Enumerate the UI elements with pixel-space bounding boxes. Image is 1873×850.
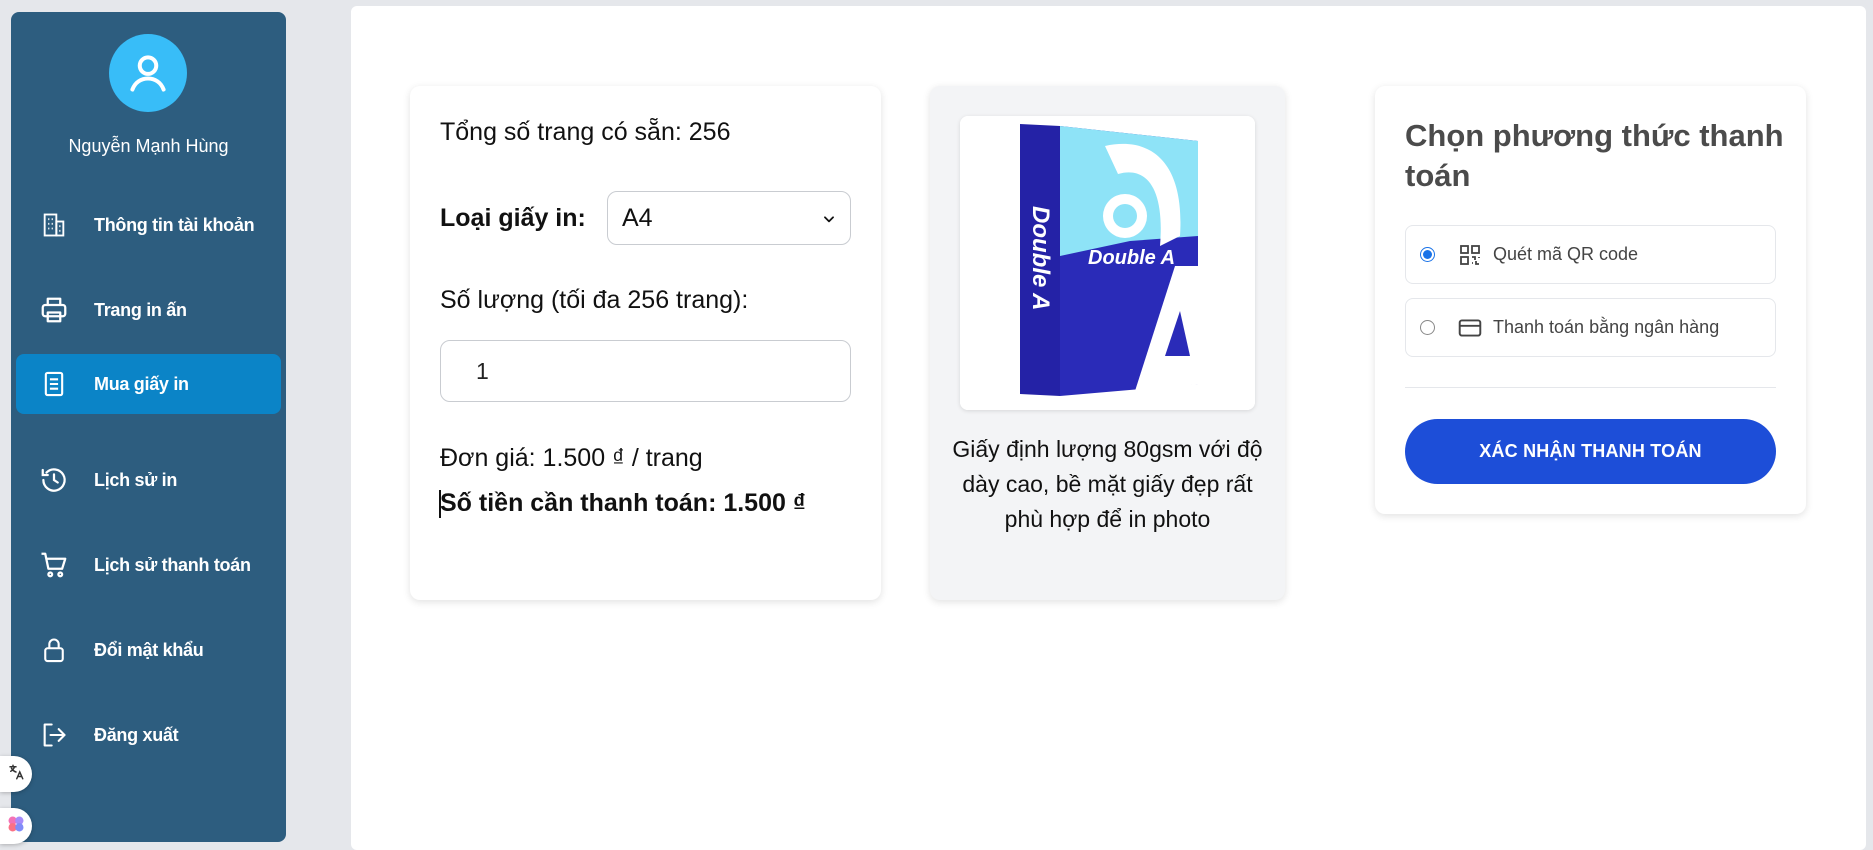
building-icon: [36, 207, 72, 243]
user-name: Nguyễn Mạnh Hùng: [68, 136, 229, 156]
payment-option-label: Quét mã QR code: [1493, 244, 1639, 264]
sidebar-item-logout[interactable]: Đăng xuất: [16, 705, 281, 765]
total-payment-text: Số tiền cần thanh toán: 1.500 ₫: [440, 489, 806, 517]
unit-price-text: Đơn giá: 1.500 ₫ / trang: [440, 444, 703, 472]
payment-title: Chọn phương thức thanh toán: [1405, 118, 1784, 193]
product-card: Double A Double A Giấy định lượng 80gsm …: [930, 86, 1285, 600]
front-brand-text: Double A: [1088, 247, 1175, 269]
translate-icon: [7, 763, 25, 786]
quantity-input[interactable]: 1: [440, 340, 851, 402]
purchase-form-card: Tổng số trang có sẵn: 256 Loại giấy in: …: [410, 86, 881, 600]
history-icon: [36, 462, 72, 498]
payment-option-qr[interactable]: Quét mã QR code: [1405, 225, 1776, 284]
payment-method-card: Chọn phương thức thanh toán Quét mã QR c…: [1375, 86, 1806, 514]
payment-radio-qr[interactable]: [1420, 247, 1435, 262]
paper-type-select[interactable]: A4: [607, 191, 851, 245]
quantity-value: 1: [476, 357, 489, 384]
sidebar-item-change-password[interactable]: Đổi mật khẩu: [16, 620, 281, 680]
paper-type-value: A4: [622, 203, 653, 232]
sidebar: Nguyễn Mạnh Hùng Thông tin tài khoản Tra…: [11, 12, 286, 842]
sidebar-item-buy-paper[interactable]: Mua giấy in: [16, 354, 281, 414]
lock-icon: [36, 632, 72, 668]
payment-option-bank[interactable]: Thanh toán bằng ngân hàng: [1405, 298, 1776, 357]
sidebar-item-label: Đổi mật khẩu: [94, 639, 204, 660]
sidebar-item-account-info[interactable]: Thông tin tài khoản: [16, 195, 281, 255]
sidebar-item-payment-history[interactable]: Lịch sử thanh toán: [16, 535, 281, 595]
credit-card-icon: [1457, 315, 1483, 341]
cart-icon: [36, 547, 72, 583]
paper-type-label: Loại giấy in:: [440, 204, 586, 232]
product-description: Giấy định lượng 80gsm với độ dày cao, bề…: [952, 436, 1263, 532]
brain-icon: [6, 814, 26, 839]
sidebar-item-label: Đăng xuất: [94, 724, 179, 745]
document-icon: [36, 366, 72, 402]
product-image: Double A Double A: [960, 116, 1255, 410]
sidebar-item-label: Trang in ấn: [94, 299, 187, 320]
payment-radio-bank[interactable]: [1420, 320, 1435, 335]
user-avatar-icon[interactable]: [109, 34, 187, 112]
payment-option-label: Thanh toán bằng ngân hàng: [1493, 317, 1720, 337]
quantity-label: Số lượng (tối đa 256 trang):: [440, 286, 749, 314]
spine-brand-text: Double A: [1027, 206, 1054, 310]
sidebar-item-print[interactable]: Trang in ấn: [16, 280, 281, 340]
printer-icon: [36, 292, 72, 328]
sidebar-item-label: Lịch sử in: [94, 469, 178, 490]
total-pages-text: Tổng số trang có sẵn: 256: [440, 118, 731, 146]
chevron-down-icon: [822, 204, 836, 233]
sidebar-item-label: Mua giấy in: [94, 373, 189, 394]
sidebar-item-print-history[interactable]: Lịch sử in: [16, 450, 281, 510]
logout-icon: [36, 717, 72, 753]
qr-code-icon: [1457, 242, 1483, 268]
sidebar-item-label: Lịch sử thanh toán: [94, 554, 251, 575]
divider: [1405, 387, 1776, 388]
confirm-payment-button[interactable]: XÁC NHẬN THANH TOÁN: [1405, 419, 1776, 484]
sidebar-item-label: Thông tin tài khoản: [94, 214, 255, 235]
